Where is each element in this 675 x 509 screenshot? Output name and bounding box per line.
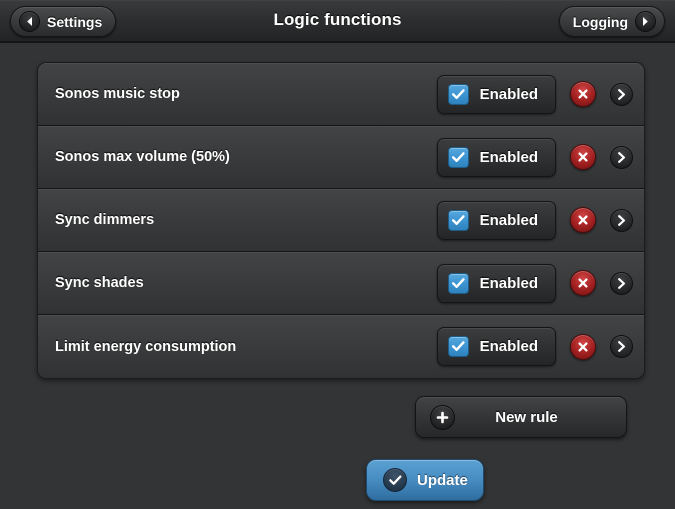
checkmark-icon[interactable] xyxy=(447,272,469,294)
forward-to-logging-button[interactable]: Logging xyxy=(558,6,665,37)
delete-x-icon[interactable] xyxy=(570,144,596,170)
rule-enabled-toggle[interactable]: Enabled xyxy=(436,327,556,366)
table-row[interactable]: Sync dimmers Enabled xyxy=(38,189,644,252)
checkmark-icon[interactable] xyxy=(447,83,469,105)
delete-x-icon[interactable] xyxy=(570,333,596,360)
rule-enabled-label: Enabled xyxy=(479,274,538,292)
rule-enabled-label: Enabled xyxy=(479,338,538,355)
update-button-label: Update xyxy=(417,471,468,489)
rule-enabled-label: Enabled xyxy=(479,148,538,166)
rule-enabled-label: Enabled xyxy=(479,85,538,103)
table-row[interactable]: Sonos max volume (50%) Enabled xyxy=(38,126,644,189)
rule-name: Limit energy consumption xyxy=(55,338,237,355)
rule-name: Sonos max volume (50%) xyxy=(55,149,230,165)
delete-x-icon[interactable] xyxy=(570,270,596,296)
rule-enabled-toggle[interactable]: Enabled xyxy=(436,263,556,303)
add-new-rule-button[interactable]: New rule xyxy=(415,396,627,438)
checkmark-icon[interactable] xyxy=(447,146,469,168)
rule-detail-chevron-right-icon[interactable] xyxy=(610,82,633,106)
rule-name: Sync dimmers xyxy=(55,212,155,228)
rule-enabled-toggle[interactable]: Enabled xyxy=(436,74,556,114)
add-new-rule-label: New rule xyxy=(495,408,558,426)
rule-detail-chevron-right-icon[interactable] xyxy=(610,271,633,295)
checkmark-icon[interactable] xyxy=(447,209,469,231)
plus-icon xyxy=(430,404,455,430)
table-row[interactable]: Limit energy consumption Enabled xyxy=(38,315,644,378)
rule-name: Sonos music stop xyxy=(55,86,180,102)
rule-enabled-label: Enabled xyxy=(479,211,538,229)
update-button[interactable]: Update xyxy=(366,459,484,501)
app-header: Settings Logic functions Logging xyxy=(0,0,675,43)
rule-enabled-toggle[interactable]: Enabled xyxy=(436,200,556,240)
table-row[interactable]: Sonos music stop Enabled xyxy=(38,63,644,126)
check-circle-icon xyxy=(383,468,407,492)
delete-x-icon[interactable] xyxy=(570,207,596,233)
checkmark-icon[interactable] xyxy=(447,336,469,357)
rule-detail-chevron-right-icon[interactable] xyxy=(610,335,633,358)
delete-x-icon[interactable] xyxy=(570,81,596,107)
forward-button-label: Logging xyxy=(572,13,628,30)
logic-rules-list: Sonos music stop Enabled Sonos max volum… xyxy=(37,62,645,379)
chevron-right-icon xyxy=(635,11,656,32)
rule-name: Sync shades xyxy=(55,275,144,291)
rule-enabled-toggle[interactable]: Enabled xyxy=(436,137,556,177)
rule-detail-chevron-right-icon[interactable] xyxy=(610,208,633,232)
table-row[interactable]: Sync shades Enabled xyxy=(38,252,644,315)
rule-detail-chevron-right-icon[interactable] xyxy=(610,145,633,169)
